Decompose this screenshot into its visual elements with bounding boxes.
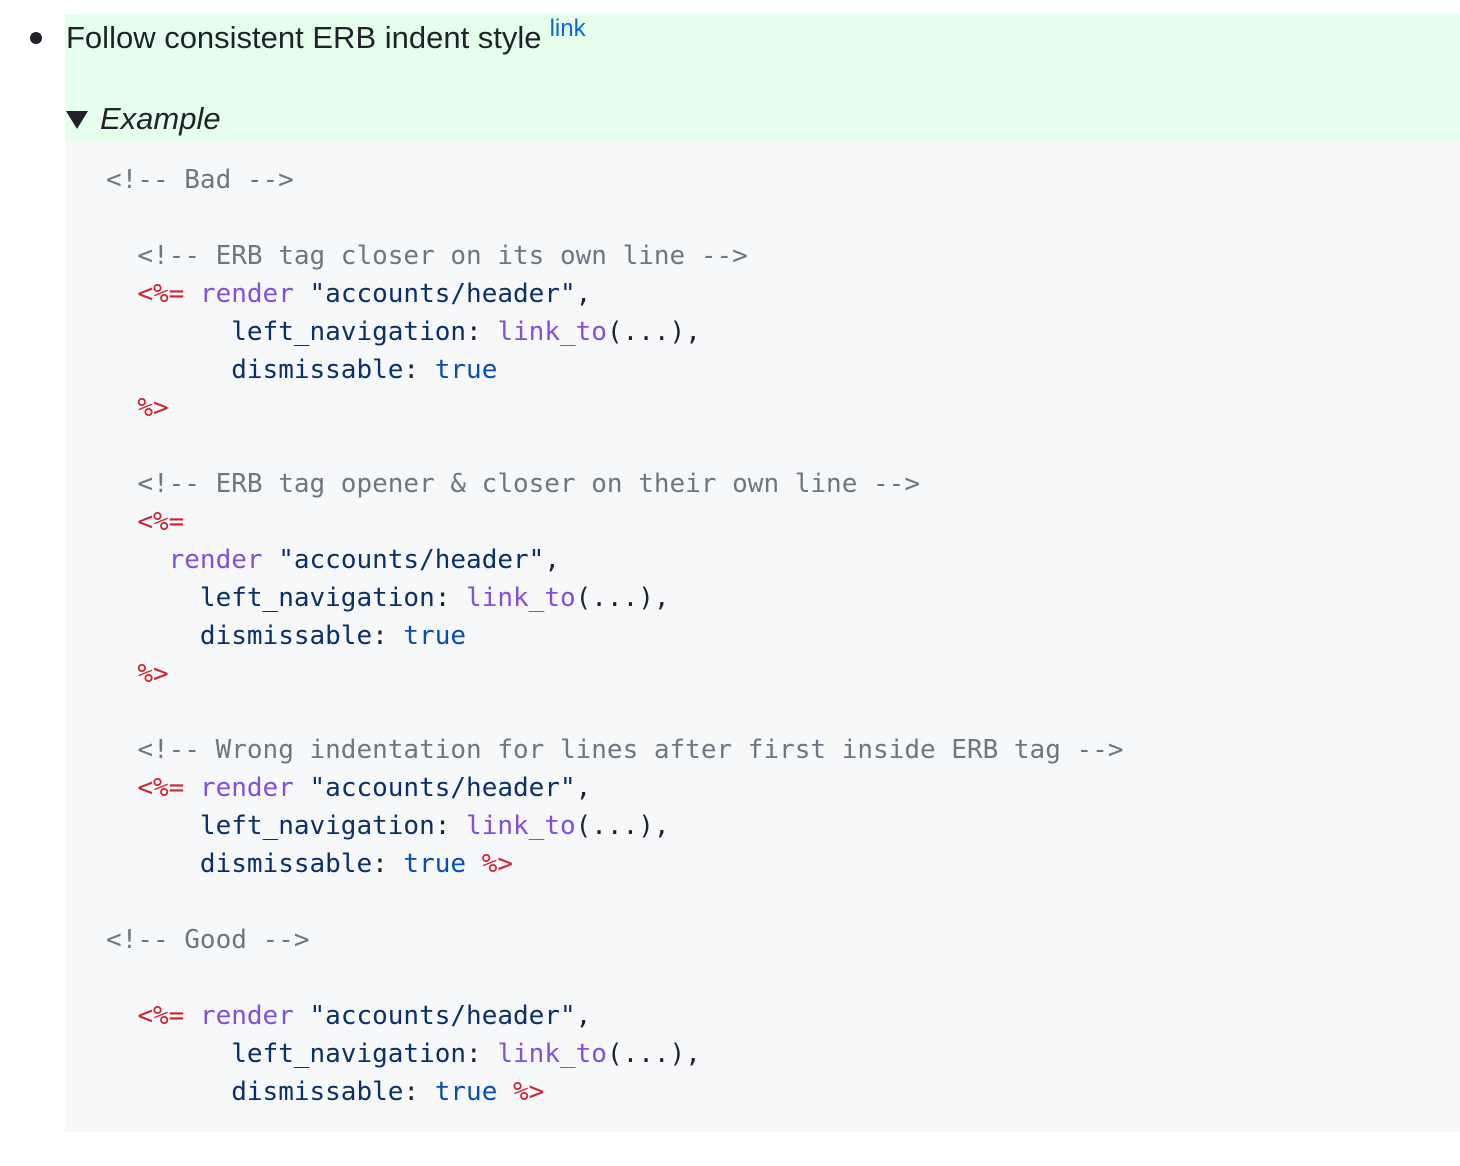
code-punct: :: [466, 1039, 482, 1069]
code-comment: <!-- Wrong indentation for lines after f…: [137, 735, 1124, 765]
erb-open-tag: <%=: [137, 773, 185, 803]
rule-link[interactable]: link: [550, 15, 586, 42]
code-method: render: [199, 1001, 294, 1031]
code-punct: :: [403, 355, 420, 385]
code-key: dismissable: [231, 1077, 404, 1107]
code-punct: :: [434, 811, 451, 841]
code-method: render: [168, 545, 263, 575]
erb-close-tag: %>: [137, 393, 169, 423]
code-punct: :: [403, 1077, 420, 1107]
code-punct: :: [466, 317, 482, 347]
code-comment: <!-- Good -->: [106, 925, 310, 955]
code-constant: true: [434, 355, 498, 385]
code-block: <!-- Bad --> <!-- ERB tag closer on its …: [65, 142, 1460, 1132]
code-key: dismissable: [231, 355, 404, 385]
code-constant: true: [403, 621, 467, 651]
erb-open-tag: <%=: [137, 1001, 185, 1031]
code-method: link_to: [497, 1039, 607, 1069]
code-key: left_navigation: [231, 317, 467, 347]
code-string: "accounts/header": [278, 545, 545, 575]
code-punct: ,: [575, 279, 592, 309]
code-constant: true: [434, 1077, 498, 1107]
code-key: dismissable: [199, 621, 373, 651]
code-constant: true: [403, 849, 467, 879]
code-comment: <!-- Bad -->: [106, 165, 294, 195]
code-punct: :: [434, 583, 451, 613]
code-method: link_to: [466, 811, 576, 841]
code-key: left_navigation: [199, 811, 435, 841]
code-punct: ,: [575, 773, 592, 803]
details-summary[interactable]: Example: [66, 98, 221, 140]
code-punct: (...),: [575, 583, 670, 613]
erb-close-tag: %>: [481, 849, 514, 879]
summary-label: Example: [100, 101, 221, 136]
code-method: link_to: [466, 583, 576, 613]
rule-item: Follow consistent ERB indent style link: [66, 15, 586, 61]
code-string: "accounts/header": [309, 279, 576, 309]
code-method: link_to: [497, 317, 607, 347]
rule-text: Follow consistent ERB indent style: [66, 20, 542, 55]
code-punct: :: [372, 849, 388, 879]
code-key: left_navigation: [199, 583, 435, 613]
erb-open-tag: <%=: [137, 279, 185, 309]
erb-close-tag: %>: [137, 659, 169, 689]
disclosure-triangle-icon[interactable]: [66, 111, 88, 129]
code-string: "accounts/header": [309, 1001, 576, 1031]
list-bullet: [30, 32, 42, 44]
code-punct: (...),: [606, 317, 701, 347]
code-punct: ,: [575, 1001, 592, 1031]
code-punct: :: [372, 621, 388, 651]
code-comment: <!-- ERB tag closer on its own line -->: [137, 241, 748, 271]
code-content: <!-- Bad --> <!-- ERB tag closer on its …: [106, 161, 1123, 1111]
code-key: left_navigation: [231, 1039, 467, 1069]
code-comment: <!-- ERB tag opener & closer on their ow…: [137, 469, 920, 499]
code-key: dismissable: [199, 849, 373, 879]
code-punct: (...),: [575, 811, 670, 841]
code-method: render: [199, 279, 294, 309]
code-string: "accounts/header": [309, 773, 576, 803]
erb-close-tag: %>: [513, 1077, 545, 1107]
code-punct: ,: [544, 545, 560, 575]
erb-open-tag: <%=: [137, 507, 185, 537]
code-method: render: [199, 773, 294, 803]
code-punct: (...),: [606, 1039, 701, 1069]
